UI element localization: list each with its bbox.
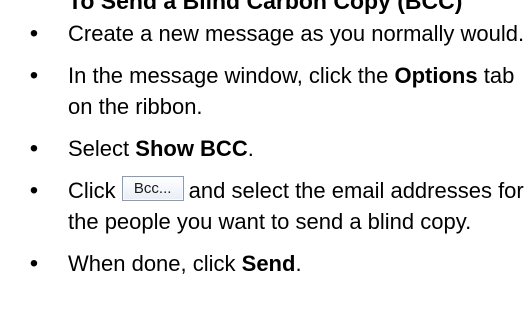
- step-5-suffix: .: [295, 251, 302, 276]
- step-5-send-label: Send: [241, 251, 296, 276]
- bullet-icon: [28, 248, 40, 279]
- bullet-icon: [28, 18, 40, 49]
- list-item: Select Show BCC.: [0, 133, 525, 164]
- list-item: Create a new message as you normally wou…: [0, 18, 525, 49]
- step-2-options-label: Options: [394, 63, 478, 88]
- bullet-icon: [28, 133, 40, 164]
- step-4-prefix: Click: [68, 178, 116, 203]
- step-3-show-bcc-label: Show BCC: [135, 136, 248, 161]
- bullet-icon: [28, 175, 40, 206]
- section-heading: To Send a Blind Carbon Copy (BCC): [68, 0, 463, 14]
- list-item: ClickBcc...and select the email addresse…: [0, 175, 525, 237]
- bullet-icon: [28, 60, 40, 91]
- document-page: To Send a Blind Carbon Copy (BCC) Create…: [0, 0, 525, 310]
- step-1-text: Create a new message as you normally wou…: [68, 21, 525, 46]
- bcc-button[interactable]: Bcc...: [121, 176, 184, 202]
- steps-list: Create a new message as you normally wou…: [0, 18, 525, 290]
- step-5-prefix: When done, click: [68, 251, 242, 276]
- list-item: When done, click Send.: [0, 248, 525, 279]
- list-item: In the message window, click the Options…: [0, 60, 525, 122]
- step-3-prefix: Select: [68, 136, 136, 161]
- step-3-suffix: .: [247, 136, 254, 161]
- step-2-prefix: In the message window, click the: [68, 63, 395, 88]
